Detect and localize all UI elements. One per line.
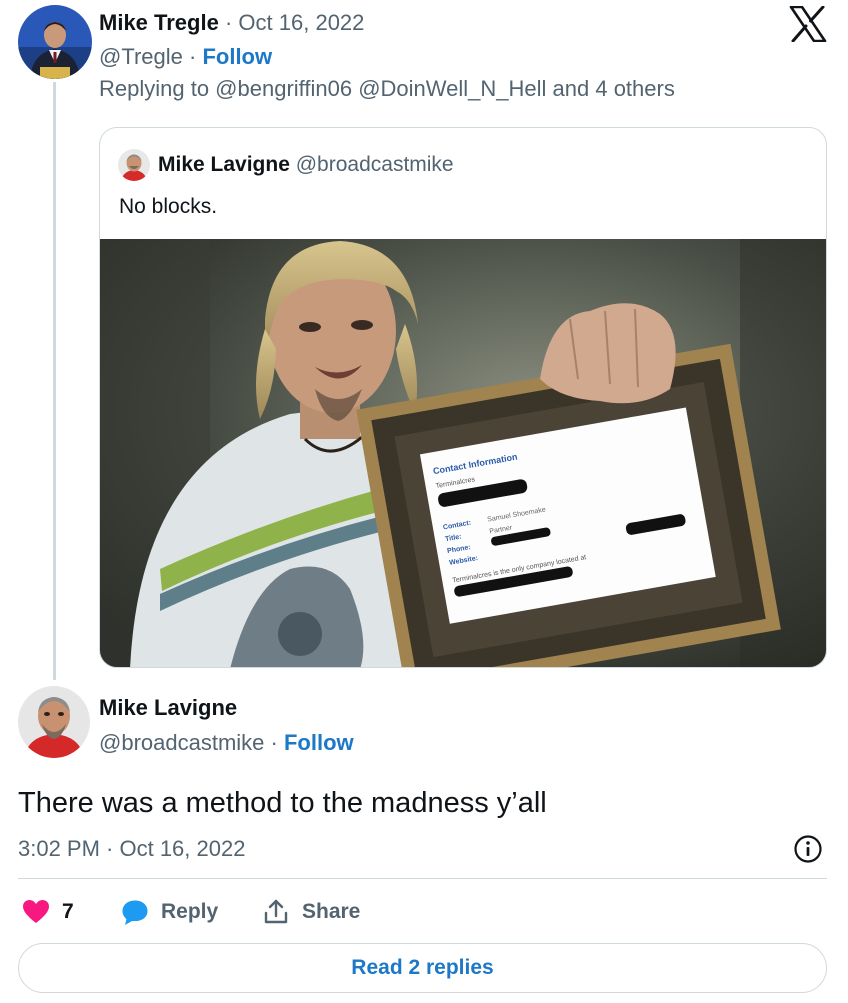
quoted-tweet-image[interactable]: Contact Information Terminalcres Contact… bbox=[100, 239, 826, 667]
reply-button[interactable]: Reply bbox=[121, 896, 218, 928]
quoted-author-name: Mike Lavigne bbox=[158, 153, 290, 176]
header-separator: · bbox=[224, 10, 233, 35]
read-replies-button[interactable]: Read 2 replies bbox=[18, 943, 827, 993]
parent-tweet-header: Mike Tregle · Oct 16, 2022 bbox=[99, 8, 364, 38]
like-count: 7 bbox=[62, 900, 74, 923]
share-label: Share bbox=[302, 900, 361, 923]
main-handle-separator: · bbox=[270, 730, 278, 755]
parent-author-avatar[interactable] bbox=[18, 5, 92, 79]
quoted-tweet-card[interactable]: Mike Lavigne @broadcastmike No blocks. C… bbox=[99, 127, 827, 668]
main-handle-row: @broadcastmike · Follow bbox=[99, 728, 354, 758]
share-upload-icon bbox=[264, 899, 288, 924]
like-button[interactable]: 7 bbox=[22, 896, 74, 928]
speech-bubble-icon bbox=[122, 900, 148, 925]
quoted-tweet-text: No blocks. bbox=[119, 195, 218, 218]
heart-icon bbox=[23, 900, 49, 923]
quoted-author-handle: @broadcastmike bbox=[295, 153, 454, 176]
main-author-avatar[interactable] bbox=[18, 686, 90, 758]
parent-tweet-date[interactable]: Oct 16, 2022 bbox=[238, 10, 364, 35]
main-author-handle[interactable]: @broadcastmike bbox=[99, 730, 264, 755]
main-tweet-timestamp[interactable]: 3:02 PM · Oct 16, 2022 bbox=[18, 834, 245, 864]
x-logo-icon[interactable] bbox=[789, 5, 827, 43]
main-tweet-text: There was a method to the madness y’all bbox=[18, 787, 547, 819]
share-button[interactable]: Share bbox=[262, 896, 360, 928]
main-author-name[interactable]: Mike Lavigne bbox=[99, 693, 237, 723]
info-icon[interactable] bbox=[793, 834, 823, 864]
actions-divider bbox=[18, 878, 827, 879]
parent-follow-button[interactable]: Follow bbox=[202, 44, 272, 69]
reply-label: Reply bbox=[161, 900, 219, 923]
parent-author-name[interactable]: Mike Tregle bbox=[99, 10, 219, 35]
thread-connector-line bbox=[53, 82, 56, 680]
quoted-author-avatar bbox=[118, 149, 150, 181]
parent-handle-row: @Tregle · Follow bbox=[99, 42, 272, 72]
main-follow-button[interactable]: Follow bbox=[284, 730, 354, 755]
replying-to-text[interactable]: Replying to @bengriffin06 @DoinWell_N_He… bbox=[99, 74, 675, 104]
quoted-tweet-header: Mike Lavigne @broadcastmike bbox=[158, 151, 454, 179]
handle-separator: · bbox=[189, 44, 197, 69]
parent-author-handle[interactable]: @Tregle bbox=[99, 44, 183, 69]
